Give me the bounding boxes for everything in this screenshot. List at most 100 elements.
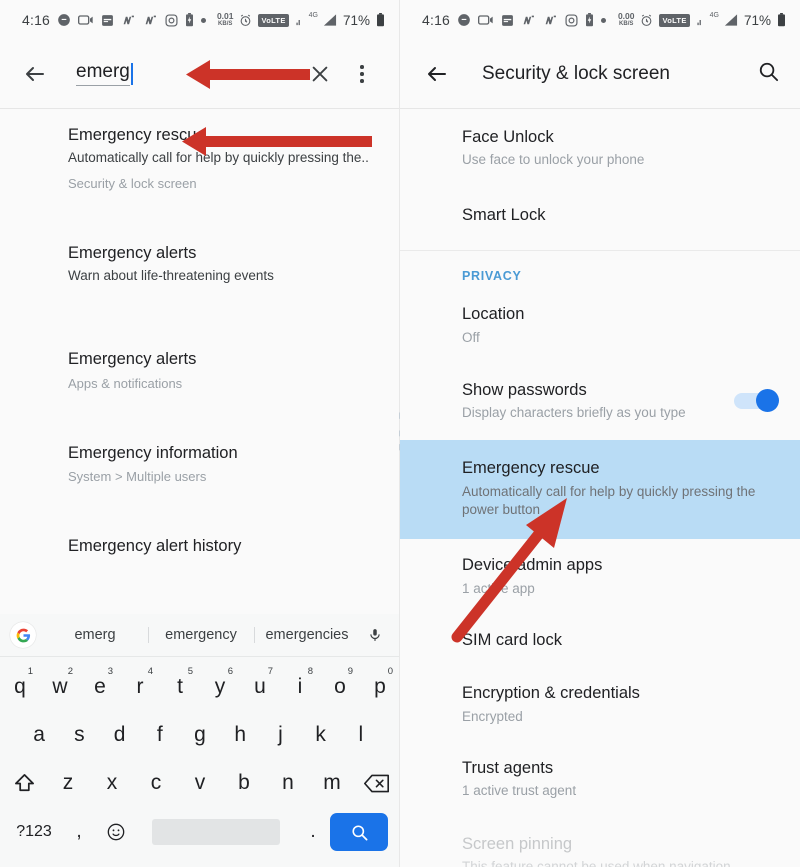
- close-icon[interactable]: [301, 55, 339, 93]
- keyboard-rows: 1q 2w 3e 4r 5t 6y 7u 8i 9o 0p a s d f g: [0, 657, 399, 867]
- shift-icon[interactable]: [2, 760, 46, 806]
- keyboard-row-3: z x c v b n m: [0, 759, 399, 807]
- key-z[interactable]: z: [46, 760, 90, 806]
- result-breadcrumb: Security & lock screen: [68, 175, 197, 191]
- key-n[interactable]: n: [266, 760, 310, 806]
- setting-smart-lock[interactable]: Smart Lock: [400, 185, 800, 246]
- text-cursor: [130, 62, 133, 85]
- battery-icon: [376, 13, 385, 27]
- key-e[interactable]: 3e: [80, 664, 120, 710]
- setting-device-admin-apps[interactable]: Device admin apps 1 active app: [400, 539, 800, 613]
- search-bar-actions: [301, 55, 381, 93]
- signal-icon: [696, 14, 704, 26]
- more-vertical-icon[interactable]: [343, 55, 381, 93]
- key-hint: 9: [347, 666, 353, 677]
- setting-subtitle: Automatically call for help by quickly p…: [462, 483, 756, 518]
- key-h[interactable]: h: [220, 712, 260, 758]
- emoji-icon[interactable]: [96, 809, 136, 855]
- symbols-key[interactable]: ?123: [6, 809, 62, 855]
- suggestion-1[interactable]: emergency: [148, 627, 254, 643]
- key-hint: 1: [27, 666, 33, 677]
- key-g[interactable]: g: [180, 712, 220, 758]
- key-label: r: [136, 675, 144, 698]
- key-k[interactable]: k: [301, 712, 341, 758]
- key-y[interactable]: 6y: [200, 664, 240, 710]
- key-u[interactable]: 7u: [240, 664, 280, 710]
- key-j[interactable]: j: [260, 712, 300, 758]
- result-title: Emergency alerts: [68, 350, 197, 369]
- backspace-icon[interactable]: [354, 760, 398, 806]
- battery-percent: 71%: [743, 12, 771, 28]
- key-a[interactable]: a: [19, 712, 59, 758]
- status-clock: 4:16: [422, 12, 451, 28]
- setting-title: Show passwords: [462, 380, 587, 399]
- show-passwords-toggle[interactable]: [734, 389, 779, 413]
- key-o[interactable]: 9o: [320, 664, 360, 710]
- key-q[interactable]: 1q: [0, 664, 40, 710]
- setting-subtitle: Encrypted: [462, 708, 523, 724]
- list-item[interactable]: Emergency rescue Automatically call for …: [0, 109, 399, 204]
- key-hint: 0: [387, 666, 393, 677]
- key-p[interactable]: 0p: [360, 664, 399, 710]
- battery-icon: [777, 13, 786, 27]
- key-c[interactable]: c: [134, 760, 178, 806]
- key-m[interactable]: m: [310, 760, 354, 806]
- mx-player-icon: [521, 14, 536, 27]
- message-icon: [57, 13, 71, 27]
- key-i[interactable]: 8i: [280, 664, 320, 710]
- period-key[interactable]: .: [296, 809, 330, 855]
- search-enter-key[interactable]: [330, 813, 388, 851]
- search-input-value: emerg: [76, 61, 130, 86]
- search-icon[interactable]: [757, 60, 780, 88]
- key-s[interactable]: s: [59, 712, 99, 758]
- search-results-list: Emergency rescue Automatically call for …: [0, 109, 399, 678]
- message-icon: [457, 13, 471, 27]
- setting-show-passwords[interactable]: Show passwords Display characters briefl…: [400, 362, 800, 441]
- key-r[interactable]: 4r: [120, 664, 160, 710]
- list-item[interactable]: Emergency alerts Apps & notifications: [0, 336, 399, 403]
- search-input[interactable]: emerg: [76, 57, 301, 91]
- key-b[interactable]: b: [222, 760, 266, 806]
- result-subtitle: Warn about life-threatening events: [68, 268, 274, 284]
- battery-saver-icon: [185, 13, 194, 27]
- page-title: Security & lock screen: [482, 63, 670, 84]
- google-logo-icon[interactable]: [10, 622, 36, 648]
- signal-icon: [295, 14, 303, 26]
- comma-key[interactable]: ,: [62, 809, 96, 855]
- battery-saver-icon: [585, 13, 594, 27]
- setting-emergency-rescue[interactable]: Emergency rescue Automatically call for …: [400, 440, 800, 540]
- space-key[interactable]: [152, 819, 280, 845]
- key-t[interactable]: 5t: [160, 664, 200, 710]
- suggestion-2[interactable]: emergencies: [254, 627, 360, 643]
- setting-subtitle: Off: [462, 329, 480, 345]
- list-gap: [0, 404, 399, 430]
- key-x[interactable]: x: [90, 760, 134, 806]
- setting-encryption-credentials[interactable]: Encryption & credentials Encrypted: [400, 668, 800, 741]
- list-item[interactable]: Emergency alerts Warn about life-threate…: [0, 230, 399, 299]
- result-title: Emergency rescue: [68, 126, 206, 144]
- signal-bars-icon: [723, 13, 738, 27]
- suggestion-0[interactable]: emerg: [42, 627, 148, 643]
- key-d[interactable]: d: [99, 712, 139, 758]
- list-item[interactable]: Emergency information System > Multiple …: [0, 430, 399, 497]
- list-item[interactable]: Emergency alert history: [0, 523, 399, 570]
- setting-subtitle: This feature cannot be used when navigat…: [462, 859, 731, 867]
- result-title: Emergency information: [68, 443, 238, 462]
- setting-location[interactable]: Location Off: [400, 289, 800, 362]
- status-bar-left: 4:16 0.01 KB/S VoLTE 4G 71%: [0, 0, 399, 40]
- setting-face-unlock[interactable]: Face Unlock Use face to unlock your phon…: [400, 109, 800, 185]
- back-arrow-icon[interactable]: [420, 57, 454, 91]
- key-v[interactable]: v: [178, 760, 222, 806]
- setting-trust-agents[interactable]: Trust agents 1 active trust agent: [400, 741, 800, 816]
- key-w[interactable]: 2w: [40, 664, 80, 710]
- setting-title: Emergency rescue: [462, 459, 600, 478]
- back-arrow-icon[interactable]: [18, 57, 52, 91]
- setting-sim-card-lock[interactable]: SIM card lock: [400, 613, 800, 668]
- key-hint: 5: [187, 666, 193, 677]
- key-label: w: [52, 675, 68, 698]
- microphone-icon[interactable]: [360, 626, 390, 644]
- setting-title: Smart Lock: [462, 205, 546, 224]
- key-f[interactable]: f: [140, 712, 180, 758]
- key-l[interactable]: l: [341, 712, 381, 758]
- key-hint: 7: [267, 666, 273, 677]
